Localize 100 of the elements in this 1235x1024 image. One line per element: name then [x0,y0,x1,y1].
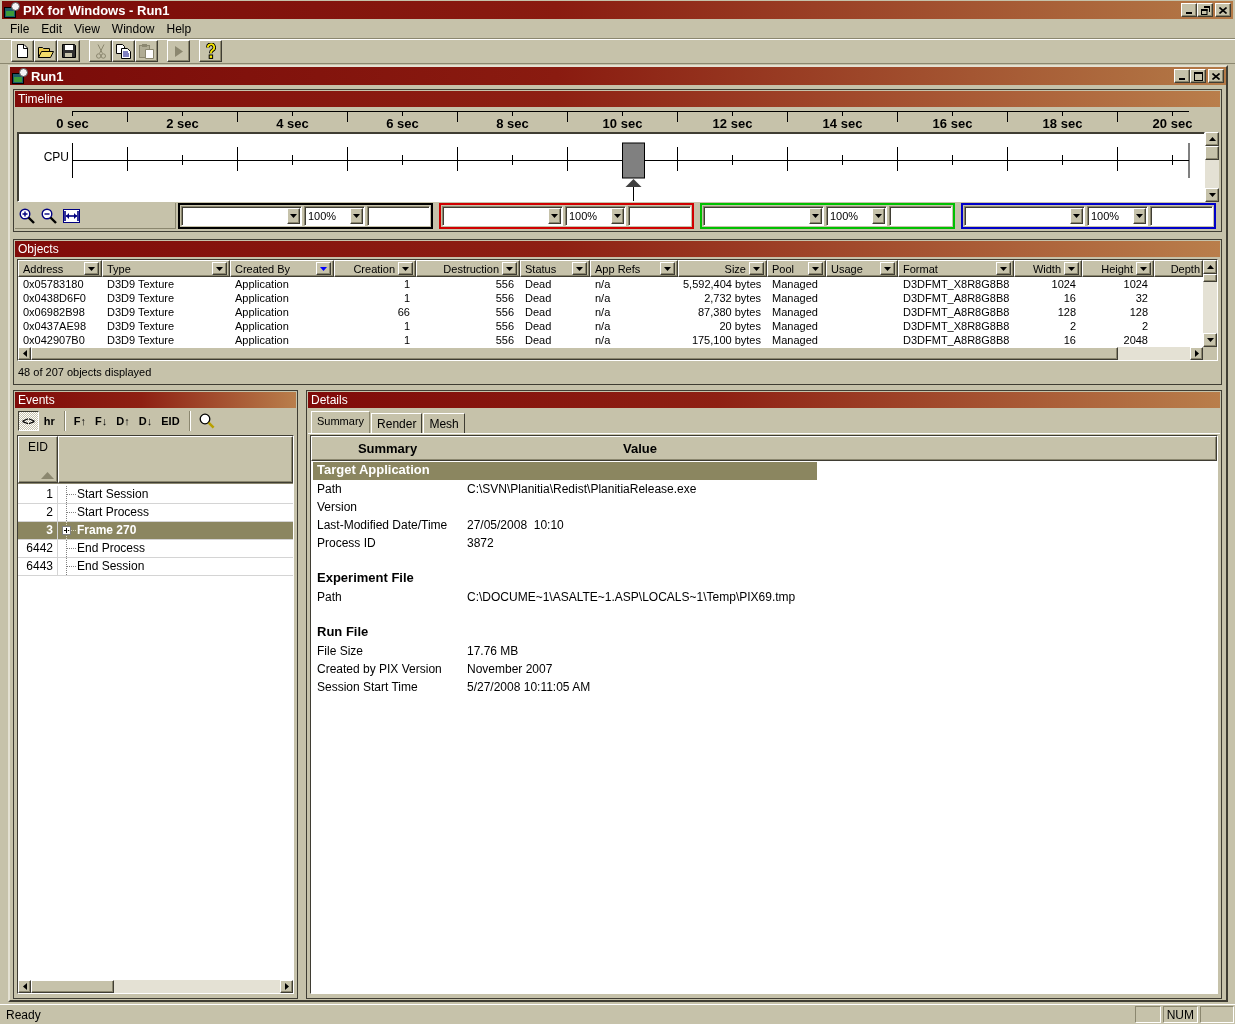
section-header[interactable]: Target Application [313,462,817,480]
scrollbar-thumb[interactable] [1203,274,1217,282]
zoom-out-icon[interactable] [41,207,57,224]
dropdown-button[interactable] [808,262,823,275]
column-header[interactable]: Summary [312,441,463,456]
dropdown-button[interactable] [872,208,885,224]
scroll-right-button[interactable] [1190,347,1203,360]
toolbar-button[interactable] [57,40,80,62]
toolbar-button[interactable]: F↑ [69,411,91,431]
column-header[interactable]: Type [102,260,230,277]
menu-item[interactable]: Edit [35,20,69,37]
toolbar-button[interactable]: F↓ [91,411,112,431]
event-row[interactable]: 3 Frame 270 [18,522,293,540]
toolbar-button[interactable] [112,40,135,62]
scrollbar[interactable] [18,980,293,993]
fit-width-icon[interactable] [63,208,80,223]
dropdown-button[interactable] [1136,262,1151,275]
scale-dropdown[interactable]: 100% [565,206,626,226]
close-button[interactable] [1208,69,1224,83]
section-header[interactable]: Run File [313,624,817,642]
cursor-arrow-icon[interactable] [625,179,642,201]
column-header[interactable]: Destruction [416,260,520,277]
column-header[interactable]: Size [678,260,767,277]
dropdown-button[interactable] [809,208,822,224]
scroll-down-button[interactable] [1203,333,1217,347]
toolbar-button[interactable] [34,40,57,62]
expand-icon[interactable] [62,526,71,535]
column-header[interactable]: Created By [230,260,334,277]
scrollbar-thumb[interactable] [1205,146,1219,160]
column-header[interactable]: Usage [826,260,898,277]
scroll-left-button[interactable] [18,980,31,993]
frame-block[interactable] [622,142,645,179]
toolbar-button[interactable]: <> [18,411,39,431]
scroll-right-button[interactable] [280,980,293,993]
dropdown-button[interactable] [1070,208,1083,224]
toolbar-button[interactable]: hr [39,411,59,431]
column-header[interactable]: EID [18,436,58,483]
value-field[interactable] [889,206,952,226]
value-field[interactable] [628,206,691,226]
column-header[interactable]: Creation [334,260,416,277]
minimize-button[interactable] [1174,69,1190,83]
menu-item[interactable]: Window [105,20,161,37]
tab[interactable]: Summary [311,411,371,433]
dropdown-button[interactable] [212,262,227,275]
value-field[interactable] [367,206,430,226]
zoom-in-icon[interactable] [19,207,35,224]
column-header[interactable]: Address [18,260,102,277]
menu-item[interactable]: File [4,20,36,37]
dropdown-button[interactable] [287,208,300,224]
toolbar-button[interactable] [11,40,34,62]
scroll-up-button[interactable] [1205,132,1219,146]
column-header[interactable]: Depth [1154,260,1203,277]
dropdown-button[interactable] [572,262,587,275]
column-header[interactable]: Status [520,260,590,277]
dropdown-button[interactable] [316,262,331,275]
tab[interactable]: Render [371,413,423,433]
scrollbar[interactable] [1203,260,1217,347]
tab[interactable]: Mesh [423,413,465,433]
dropdown-button[interactable] [350,208,363,224]
event-row[interactable]: 1 Start Session [18,486,293,504]
dropdown-button[interactable] [880,262,895,275]
menu-item[interactable]: View [68,20,106,37]
toolbar-button[interactable] [199,40,222,62]
column-header[interactable]: Width [1014,260,1082,277]
column-header[interactable]: Format [898,260,1014,277]
scale-dropdown[interactable]: 100% [1087,206,1148,226]
dropdown-button[interactable] [1064,262,1079,275]
scale-dropdown[interactable]: 100% [304,206,365,226]
dropdown-button[interactable] [1133,208,1146,224]
scroll-down-button[interactable] [1205,188,1219,202]
event-row[interactable]: 6443 End Session [18,558,293,576]
column-header[interactable]: Pool [767,260,826,277]
section-header[interactable]: Experiment File [313,570,817,588]
scroll-up-button[interactable] [1203,260,1217,274]
minimize-button[interactable] [1181,3,1197,17]
counter-dropdown[interactable] [442,206,563,226]
dropdown-button[interactable] [84,262,99,275]
dropdown-button[interactable] [398,262,413,275]
toolbar-button[interactable]: D↓ [134,411,157,431]
counter-dropdown[interactable] [964,206,1085,226]
dropdown-button[interactable] [611,208,624,224]
scrollbar-thumb[interactable] [31,980,114,993]
close-button[interactable] [1215,3,1231,17]
scrollbar[interactable] [1205,132,1219,202]
value-field[interactable] [1150,206,1213,226]
event-row[interactable]: 6442 End Process [18,540,293,558]
maximize-button[interactable] [1190,69,1206,83]
dropdown-button[interactable] [502,262,517,275]
toolbar-button[interactable]: D↑ [112,411,134,431]
column-header[interactable] [58,436,293,483]
dropdown-button[interactable] [660,262,675,275]
dropdown-button[interactable] [548,208,561,224]
restore-button[interactable] [1197,3,1213,17]
column-header[interactable]: App Refs [590,260,678,277]
menu-item[interactable]: Help [160,20,198,37]
column-header[interactable]: Height [1082,260,1154,277]
dropdown-button[interactable] [996,262,1011,275]
counter-dropdown[interactable] [181,206,302,226]
dropdown-button[interactable] [749,262,764,275]
toolbar-button[interactable]: EID [157,411,184,431]
